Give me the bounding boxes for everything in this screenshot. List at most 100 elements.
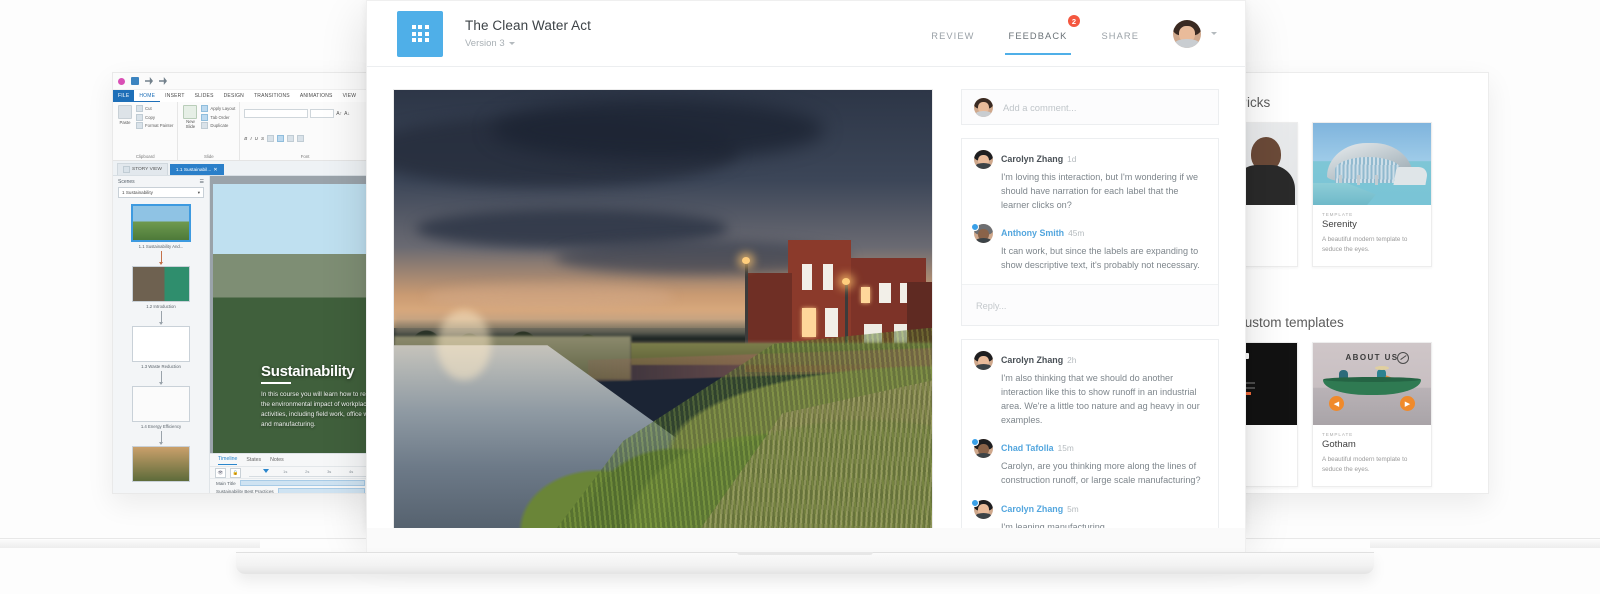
ribbon: Paste Cut Copy Format Painter Clipboard … — [113, 102, 371, 161]
grow-font-icon[interactable]: A↑ — [336, 111, 342, 117]
canvas-slide-title: Sustainability — [261, 363, 355, 380]
strikethrough-button[interactable]: S — [261, 136, 264, 141]
doc-tab-slide[interactable]: 1.1 Sustainabil... ✕ — [169, 164, 224, 175]
paste-button[interactable]: Paste — [117, 105, 133, 125]
font-color-icon[interactable] — [287, 134, 295, 142]
tab-review[interactable]: REVIEW — [931, 1, 974, 68]
foreground-laptop: The Clean Water Act Version 3 REVIEW FEE… — [366, 0, 1246, 556]
scenes-options-icon[interactable]: ☰ — [200, 179, 204, 185]
layout-icon — [201, 105, 209, 112]
grid-apps-icon[interactable] — [397, 10, 443, 57]
bold-button[interactable]: B — [244, 136, 247, 141]
undo-icon[interactable] — [145, 77, 153, 85]
slide-item[interactable]: 1.4 Energy Efficiency — [132, 386, 190, 429]
ribbon-tab-file[interactable]: FILE — [113, 90, 135, 102]
font-size-select[interactable] — [310, 109, 335, 118]
tab-feedback[interactable]: FEEDBACK 2 — [1004, 1, 1081, 68]
next-arrow-icon[interactable]: ▶ — [1400, 396, 1415, 412]
ribbon-tab-home[interactable]: HOME — [134, 90, 161, 102]
add-comment-box[interactable]: Add a comment... — [961, 89, 1219, 125]
chevron-down-icon[interactable] — [1211, 32, 1217, 35]
slide-thumbnail[interactable] — [132, 386, 190, 422]
format-painter-label: Format Painter — [145, 123, 174, 128]
redo-icon[interactable] — [159, 77, 167, 85]
timeline-bar[interactable] — [239, 480, 365, 486]
template-card[interactable]: TEMPLATE is commodo — [1238, 342, 1298, 488]
close-icon[interactable]: ✕ — [213, 167, 217, 173]
tab-share[interactable]: SHARE — [1101, 1, 1139, 68]
shrink-font-icon[interactable]: A↓ — [344, 111, 350, 117]
slide-thumbnail[interactable] — [132, 266, 190, 302]
slide-thumbnail[interactable] — [132, 446, 190, 482]
format-painter-button[interactable]: Format Painter — [136, 122, 173, 129]
eye-icon[interactable]: 👁 — [215, 467, 226, 478]
underline-button[interactable]: U — [255, 136, 258, 141]
lock-icon[interactable]: 🔒 — [230, 467, 241, 478]
ribbon-tab-design[interactable]: DESIGN — [219, 90, 249, 102]
slide-canvas[interactable]: Sustainability In this course you will l… — [210, 176, 371, 493]
reply-placeholder: Reply... — [976, 301, 1007, 312]
scenes-panel: Scenes ☰ 1 Sustainability ▾ 1.1 Sustaina… — [113, 176, 210, 493]
ribbon-tab-transitions[interactable]: TRANSITIONS — [249, 90, 295, 102]
comment-author[interactable]: Carolyn Zhang — [1001, 504, 1063, 514]
timeline-row[interactable]: Main Title — [210, 479, 371, 487]
support-leg — [1375, 175, 1378, 185]
tab-order-button[interactable]: Tab Order — [201, 113, 235, 121]
slide-thumbnail[interactable] — [131, 204, 191, 242]
prev-arrow-icon[interactable]: ◀ — [1329, 396, 1344, 412]
template-card[interactable]: ABOUT US ◀ ▶ TEMPLATE Gotham A beautiful — [1312, 342, 1432, 488]
ribbon-tab-animations[interactable]: ANIMATIONS — [295, 90, 338, 102]
timeline-bar[interactable] — [277, 488, 365, 493]
template-kicker: TEMPLATE — [1322, 212, 1354, 217]
slide-thumbnail[interactable] — [132, 326, 190, 362]
tab-notes[interactable]: Notes — [270, 457, 284, 463]
italic-button[interactable]: I — [250, 136, 251, 141]
character-spacing-icon[interactable] — [267, 134, 275, 142]
apply-layout-button[interactable]: Apply Layout — [201, 105, 235, 112]
copy-button[interactable]: Copy — [136, 113, 173, 121]
template-meta: TEMPLATE Serenity A beautiful modern tem… — [1313, 205, 1431, 266]
cut-button[interactable]: Cut — [136, 105, 173, 112]
avatar-body — [975, 452, 992, 459]
story-view-icon — [123, 166, 130, 173]
slide-item[interactable]: 1.3 Waste Reduction — [132, 326, 190, 369]
canvas-slide[interactable]: Sustainability In this course you will l… — [213, 184, 371, 454]
avatar-body — [975, 163, 992, 169]
version-label: Version 3 — [465, 38, 505, 49]
base-edge — [236, 552, 1374, 553]
template-card[interactable]: TEMPLATE Serenity A beautiful modern tem… — [1312, 122, 1432, 268]
avatar[interactable] — [1173, 19, 1201, 48]
version-selector[interactable]: Version 3 — [465, 38, 591, 49]
timeline-row[interactable]: Sustainability Best Practices — [210, 487, 371, 493]
playhead-icon[interactable] — [263, 468, 269, 473]
avatar[interactable] — [974, 150, 993, 169]
slide-item[interactable] — [132, 446, 190, 482]
duplicate-button[interactable]: Duplicate — [201, 122, 235, 129]
ribbon-tab-slides[interactable]: SLIDES — [190, 90, 219, 102]
avatar[interactable] — [974, 351, 993, 371]
slide-item[interactable]: 1.1 Sustainability And... — [131, 204, 191, 249]
water-shape — [1313, 183, 1376, 205]
scene-select[interactable]: 1 Sustainability ▾ — [118, 187, 204, 198]
ribbon-tab-view[interactable]: VIEW — [338, 90, 362, 102]
timeline-ruler[interactable]: 1s 2s 3s 4s — [249, 468, 371, 477]
template-card[interactable]: TEMPLATE is commodo — [1238, 122, 1298, 268]
ruler-tick: 3s — [327, 468, 332, 474]
comment-author[interactable]: Anthony Smith — [1001, 228, 1064, 239]
reply-input[interactable]: Reply... — [962, 284, 1218, 326]
ribbon-tab-insert[interactable]: INSERT — [160, 90, 189, 102]
ruler-baseline — [249, 475, 371, 477]
clear-formatting-icon[interactable] — [297, 134, 305, 142]
text-highlight-icon[interactable] — [277, 134, 285, 142]
slide-item[interactable]: 1.2 Introduction — [132, 266, 190, 309]
tab-timeline[interactable]: Timeline — [218, 456, 238, 465]
font-family-select[interactable] — [244, 109, 309, 118]
slide-photo[interactable] — [393, 89, 933, 529]
new-slide-button[interactable]: New Slide — [182, 105, 198, 129]
doc-tab-story-view[interactable]: STORY VIEW — [117, 163, 168, 175]
save-icon[interactable] — [131, 77, 139, 85]
tab-share-label: SHARE — [1101, 30, 1139, 41]
comment-author[interactable]: Chad Tafolla — [1001, 443, 1054, 453]
tab-states[interactable]: States — [246, 457, 261, 463]
font-group-title: Font — [300, 154, 310, 159]
